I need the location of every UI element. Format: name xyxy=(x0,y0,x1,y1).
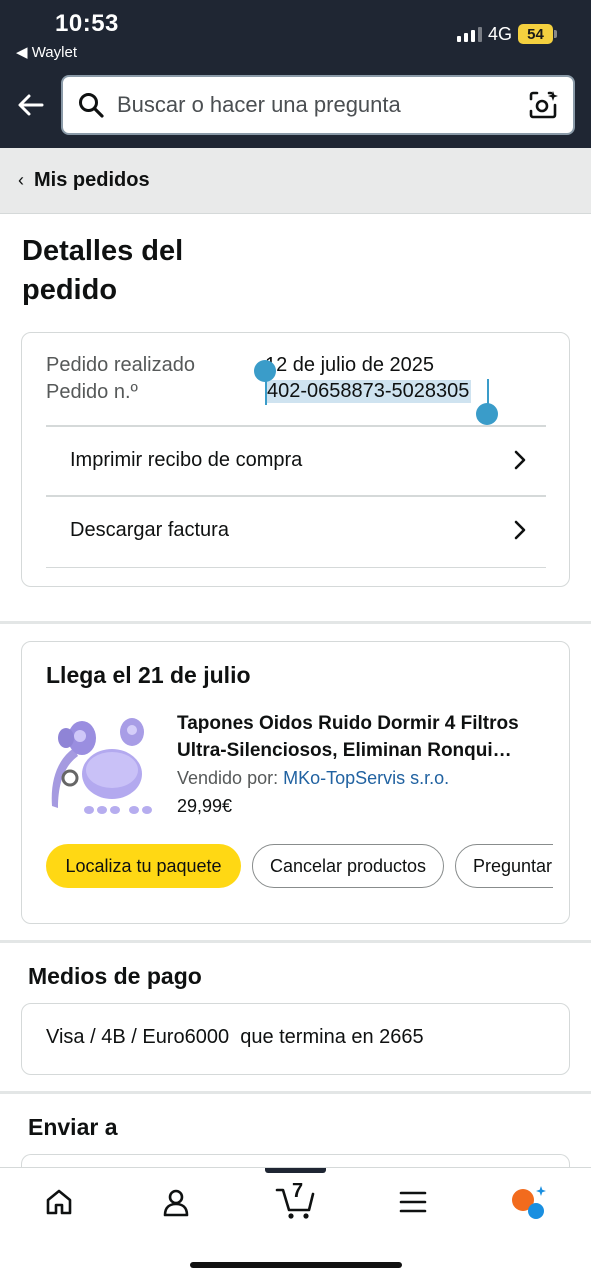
search-icon xyxy=(79,93,104,118)
track-package-button[interactable]: Localiza tu paquete xyxy=(46,844,241,888)
battery-level: 54 xyxy=(527,25,544,43)
selection-start-handle[interactable] xyxy=(254,360,276,382)
download-invoice-row[interactable]: Descargar factura xyxy=(46,496,546,564)
order-number-value[interactable]: 402-0658873-5028305 xyxy=(265,380,472,403)
seller-prefix: Vendido por: xyxy=(177,768,279,788)
breadcrumb-mis-pedidos[interactable]: Mis pedidos xyxy=(34,169,150,192)
nav-cart[interactable]: 7 xyxy=(273,1180,319,1220)
product-price: 29,99€ xyxy=(177,796,233,816)
cancel-products-button[interactable]: Cancelar productos xyxy=(252,844,444,888)
top-header: 10:53 ◀ Waylet 4G 54 xyxy=(0,0,591,148)
selection-end-handle[interactable] xyxy=(476,403,498,425)
section-separator xyxy=(0,1091,591,1094)
payment-heading: Medios de pago xyxy=(28,963,202,989)
signal-icon xyxy=(456,26,482,42)
divider xyxy=(46,567,546,568)
home-indicator xyxy=(190,1262,402,1268)
status-indicators: 4G 54 xyxy=(456,23,557,45)
nav-rufus[interactable] xyxy=(509,1184,549,1220)
seller-link[interactable]: MKo-TopServis s.r.o. xyxy=(283,768,449,788)
nav-home[interactable] xyxy=(39,1184,79,1220)
download-invoice-label: Descargar factura xyxy=(70,518,229,541)
order-placed-label: Pedido realizado xyxy=(46,354,195,376)
order-number-label: Pedido n.º xyxy=(46,381,138,403)
section-separator xyxy=(0,940,591,943)
print-receipt-row[interactable]: Imprimir recibo de compra xyxy=(46,426,546,494)
cart-count: 7 xyxy=(292,1180,304,1202)
menu-icon xyxy=(399,1191,427,1213)
page-title: Detalles del pedido xyxy=(22,235,184,306)
battery-icon: 54 xyxy=(518,24,557,44)
home-icon xyxy=(46,1189,72,1215)
active-tab-indicator xyxy=(265,1168,326,1173)
delivery-card: Llega el 21 de julio Tapones Oidos Ruido… xyxy=(21,641,570,924)
search-box[interactable] xyxy=(61,75,575,135)
print-receipt-label: Imprimir recibo de compra xyxy=(70,448,303,471)
account-icon xyxy=(163,1189,189,1217)
product-title[interactable]: Tapones Oidos Ruido Dormir 4 Filtros Ult… xyxy=(177,710,557,764)
chevron-right-icon xyxy=(514,450,526,470)
delivery-actions: Localiza tu paquete Cancelar productos P… xyxy=(46,844,553,890)
shipping-heading: Enviar a xyxy=(28,1114,118,1140)
back-to-app-link[interactable]: ◀ Waylet xyxy=(16,43,77,61)
network-type: 4G xyxy=(487,23,512,44)
search-input[interactable] xyxy=(117,92,527,118)
chevron-left-icon: ‹ xyxy=(18,170,24,190)
section-separator xyxy=(0,621,591,624)
product-image[interactable] xyxy=(44,708,156,818)
seller-line: Vendido por: MKo-TopServis s.r.o. xyxy=(177,768,449,789)
ask-button[interactable]: Preguntar xyxy=(455,844,553,888)
nav-account[interactable] xyxy=(156,1184,196,1220)
chevron-right-icon xyxy=(514,520,526,540)
breadcrumb[interactable]: ‹ Mis pedidos xyxy=(0,148,591,214)
back-arrow-icon[interactable] xyxy=(16,90,46,120)
status-time: 10:53 xyxy=(55,10,119,37)
camera-lens-icon[interactable] xyxy=(527,89,559,121)
payment-method: Visa / 4B / Euro6000 que termina en 2665 xyxy=(46,1026,424,1048)
order-info-card: Pedido realizado 12 de julio de 2025 Ped… xyxy=(21,332,570,587)
payment-card: Visa / 4B / Euro6000 que termina en 2665 xyxy=(21,1003,570,1075)
delivery-date-heading: Llega el 21 de julio xyxy=(46,662,251,688)
order-placed-date: 12 de julio de 2025 xyxy=(265,354,435,376)
nav-menu[interactable] xyxy=(393,1184,433,1220)
rufus-icon xyxy=(512,1186,546,1219)
